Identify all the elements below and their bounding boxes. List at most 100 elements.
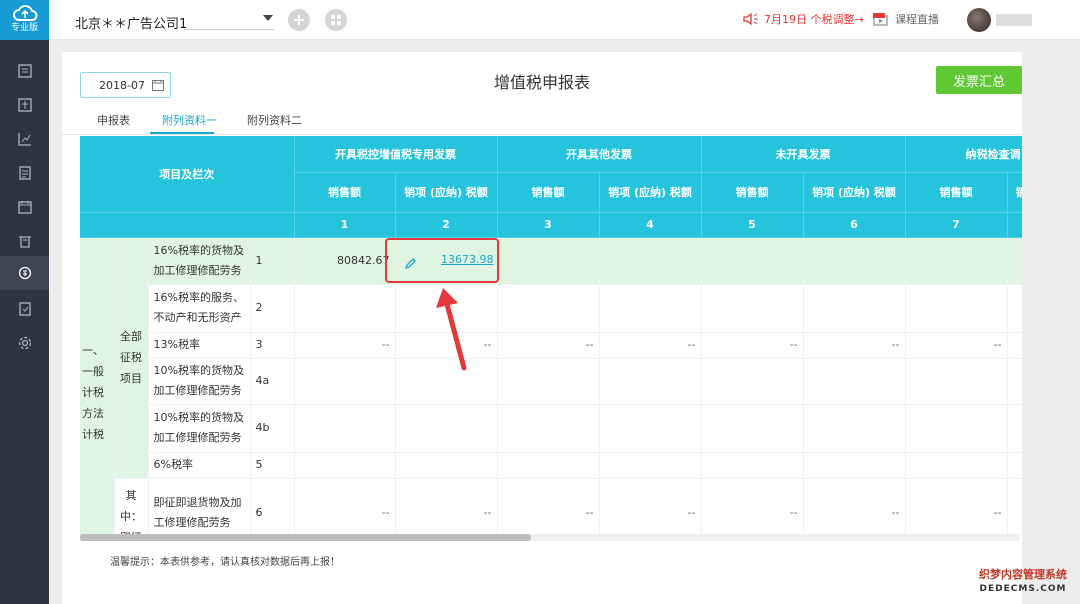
chevron-down-icon[interactable] [263, 15, 273, 21]
cell[interactable] [905, 284, 1008, 333]
col-num-blank [80, 212, 295, 238]
scrollbar-thumb[interactable] [80, 534, 531, 541]
cell[interactable] [497, 404, 600, 453]
report-icon[interactable] [0, 54, 49, 88]
cell[interactable]: -- [803, 478, 906, 540]
cell[interactable] [497, 237, 600, 285]
cell[interactable]: -- [803, 332, 906, 359]
cell[interactable]: -- [294, 478, 396, 540]
cell[interactable]: -- [701, 332, 804, 359]
horizontal-scrollbar[interactable] [80, 534, 1020, 541]
live-course-link[interactable]: 课程直播 [873, 11, 939, 27]
cell[interactable]: -- [395, 478, 498, 540]
cell[interactable] [803, 284, 906, 333]
table-row: 一、一般计税方法计税 全部征税项目 16%税率的货物及加工修理修配劳务 1 80… [80, 237, 1022, 540]
cell[interactable] [803, 452, 906, 479]
tab-attachment-2[interactable]: 附列资料二 [247, 112, 302, 128]
table-row: 16%税率的服务、不动产和无形资产 2 [80, 284, 1022, 333]
cell-sales[interactable]: 80842.67 [294, 237, 396, 285]
table-row: 其中：即征 即征即退货物及加工修理修配劳务 6 -- -- -- -- -- -… [80, 478, 1022, 540]
col-num [1007, 212, 1022, 238]
cell[interactable]: -- [497, 332, 600, 359]
bill-icon[interactable] [0, 156, 49, 190]
avatar[interactable] [967, 8, 991, 32]
cell[interactable]: -- [701, 478, 804, 540]
settings-icon[interactable] [0, 326, 49, 360]
sub-header: 销售额 [701, 172, 804, 213]
company-select[interactable]: 北京＊＊广告公司1 [75, 13, 187, 32]
cell[interactable] [497, 452, 600, 479]
invoice-summary-button[interactable]: 发票汇总 [936, 66, 1022, 94]
cell[interactable]: -- [905, 332, 1008, 359]
cell[interactable] [599, 284, 702, 333]
table-row: 13%税率 3 -- -- -- -- -- -- -- -- [80, 332, 1022, 359]
cell[interactable] [905, 452, 1008, 479]
cell[interactable] [599, 404, 702, 453]
declare-icon[interactable] [0, 256, 49, 290]
cell[interactable] [599, 358, 702, 405]
cell[interactable] [1007, 237, 1022, 285]
app-logo[interactable]: 专业版 [0, 0, 49, 40]
cell[interactable]: -- [1007, 478, 1022, 540]
vat-table-container[interactable]: 项目及栏次 开具税控增值税专用发票 开具其他发票 未开具发票 纳税检查调 销售额… [80, 136, 1022, 540]
archive-icon[interactable] [0, 224, 49, 258]
calendar-icon[interactable] [0, 190, 49, 224]
cell[interactable] [599, 237, 702, 285]
row-num: 2 [250, 284, 295, 333]
cell[interactable] [701, 284, 804, 333]
cell[interactable] [294, 452, 396, 479]
cell[interactable]: -- [497, 478, 600, 540]
cell[interactable] [599, 452, 702, 479]
cell[interactable] [395, 358, 498, 405]
username-placeholder[interactable] [996, 14, 1032, 26]
apps-button[interactable] [325, 9, 347, 31]
cell[interactable] [395, 404, 498, 453]
sidebar: 专业版 [0, 0, 49, 604]
cell[interactable] [1007, 404, 1022, 453]
chart-icon[interactable] [0, 122, 49, 156]
cell[interactable] [497, 358, 600, 405]
category-jz: 其中：即征 [114, 478, 149, 540]
notice-link[interactable]: 7月19日 个税调整→ [743, 11, 864, 27]
cell[interactable]: -- [395, 332, 498, 359]
cell[interactable] [701, 452, 804, 479]
table-row: 10%税率的货物及加工修理修配劳务 4b [80, 404, 1022, 453]
col-num: 2 [395, 212, 498, 238]
cell[interactable] [1007, 452, 1022, 479]
table-row: 6%税率 5 [80, 452, 1022, 479]
cell[interactable] [294, 404, 396, 453]
cell[interactable] [701, 237, 804, 285]
cell[interactable] [803, 358, 906, 405]
add-button[interactable] [288, 9, 310, 31]
speaker-icon [743, 12, 758, 26]
cell[interactable] [1007, 284, 1022, 333]
cell[interactable]: -- [905, 478, 1008, 540]
cell[interactable]: -- [294, 332, 396, 359]
cell[interactable] [395, 284, 498, 333]
cell[interactable] [803, 404, 906, 453]
tab-declaration[interactable]: 申报表 [97, 112, 130, 128]
main-panel: 2018-07 增值税申报表 发票汇总 申报表 附列资料一 附列资料二 项目及栏… [62, 52, 1022, 604]
cell[interactable] [294, 284, 396, 333]
cell[interactable] [395, 452, 498, 479]
cell[interactable]: -- [599, 332, 702, 359]
group-header: 未开具发票 [701, 136, 906, 173]
cell[interactable] [1007, 358, 1022, 405]
cell[interactable] [905, 404, 1008, 453]
watermark-line1: 织梦内容管理系统 [979, 568, 1067, 581]
cell[interactable]: -- [1007, 332, 1022, 359]
cell[interactable] [701, 404, 804, 453]
cell[interactable]: -- [599, 478, 702, 540]
document-icon[interactable] [0, 292, 49, 326]
cell[interactable] [905, 237, 1008, 285]
header-item: 项目及栏次 [80, 136, 295, 213]
category-all: 全部征税项目 [114, 237, 149, 479]
cell[interactable] [497, 284, 600, 333]
cell[interactable] [803, 237, 906, 285]
tax-icon[interactable] [0, 88, 49, 122]
tab-attachment-1[interactable]: 附列资料一 [162, 112, 217, 128]
watermark-line2: DEDECMS.COM [979, 584, 1067, 594]
cell[interactable] [701, 358, 804, 405]
cell[interactable] [294, 358, 396, 405]
cell[interactable] [905, 358, 1008, 405]
